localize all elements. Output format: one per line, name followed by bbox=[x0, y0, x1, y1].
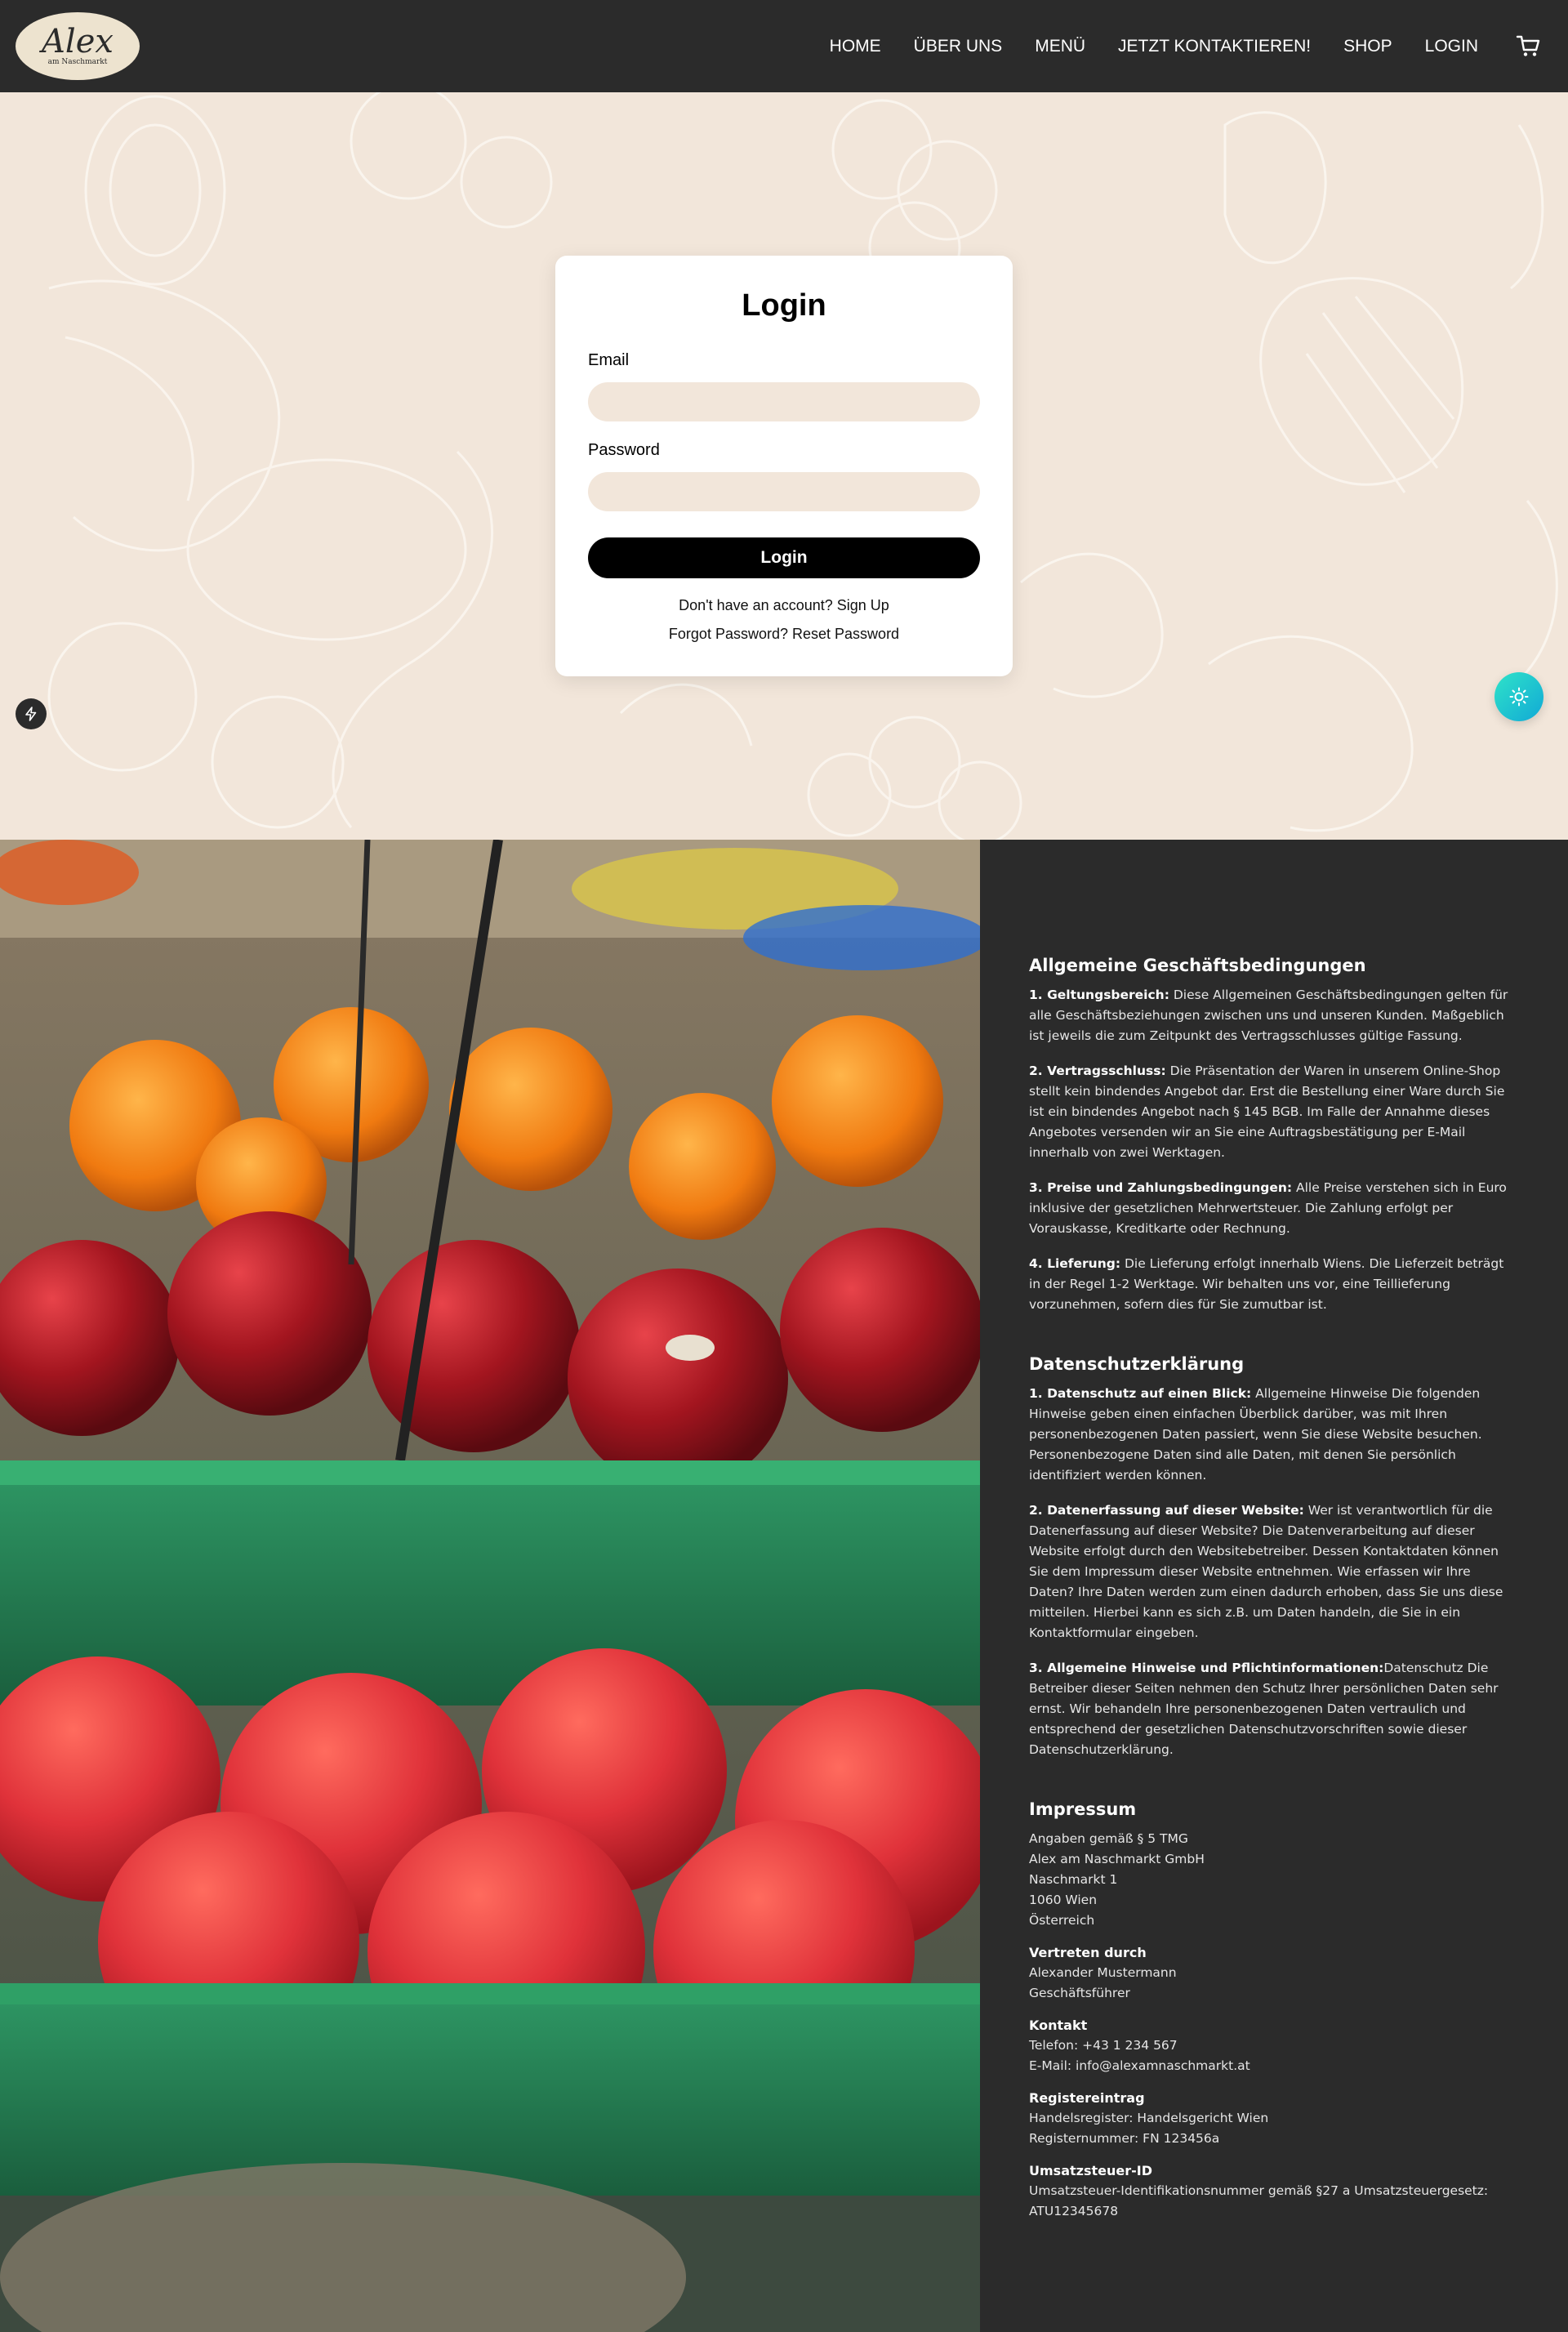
reset-password-link[interactable]: Reset Password bbox=[792, 626, 899, 642]
logo-subtitle: am Naschmarkt bbox=[47, 57, 108, 66]
vat-line: Umsatzsteuer-Identifikationsnummer gemäß… bbox=[1029, 2183, 1489, 2198]
legal-info-panel: Allgemeine Geschäftsbedingungen 1. Geltu… bbox=[980, 840, 1568, 2332]
agb-item: 1. Geltungsbereich: Diese Allgemeinen Ge… bbox=[1029, 985, 1519, 1046]
login-title: Login bbox=[742, 288, 826, 323]
privacy-item: 3. Allgemeine Hinweise und Pflichtinform… bbox=[1029, 1658, 1519, 1760]
nav-home[interactable]: HOME bbox=[830, 37, 881, 56]
logo-script: Alex bbox=[42, 22, 114, 60]
agb-item-head: 2. Vertragsschluss: bbox=[1029, 1063, 1166, 1078]
agb-item-head: 1. Geltungsbereich: bbox=[1029, 988, 1169, 1002]
agb-item: 4. Lieferung: Die Lieferung erfolgt inne… bbox=[1029, 1254, 1519, 1315]
impressum-line: Naschmarkt 1 bbox=[1029, 1872, 1118, 1887]
nav-menu[interactable]: MENÜ bbox=[1035, 37, 1085, 56]
email-field[interactable] bbox=[588, 382, 980, 421]
impressum-title: Impressum bbox=[1029, 1799, 1137, 1819]
vat-heading: Umsatzsteuer-ID bbox=[1029, 2163, 1152, 2178]
nav-about[interactable]: ÜBER UNS bbox=[914, 37, 1003, 56]
forgot-prompt: Forgot Password? bbox=[668, 626, 788, 642]
password-field[interactable] bbox=[588, 472, 980, 511]
agb-title: Allgemeine Geschäftsbedingungen bbox=[1029, 956, 1366, 975]
nav-links: HOME ÜBER UNS MENÜ JETZT KONTAKTIEREN! S… bbox=[797, 0, 1478, 92]
register-heading: Registereintrag bbox=[1029, 2090, 1145, 2106]
privacy-title: Datenschutzerklärung bbox=[1029, 1354, 1245, 1374]
agb-item: 3. Preise und Zahlungsbedingungen: Alle … bbox=[1029, 1178, 1519, 1239]
cart-icon[interactable] bbox=[1515, 33, 1541, 59]
email-label: Email bbox=[588, 351, 630, 369]
login-card: Login Email Password Login Don't have an… bbox=[555, 256, 1013, 676]
signup-link[interactable]: Sign Up bbox=[837, 597, 889, 613]
impressum-line: 1060 Wien bbox=[1029, 1893, 1098, 1907]
nav-shop[interactable]: SHOP bbox=[1343, 37, 1392, 56]
bolt-icon[interactable] bbox=[16, 698, 47, 729]
privacy-item-text: Wer ist verantwortlich für die Datenerfa… bbox=[1029, 1503, 1503, 1640]
privacy-item-head: 2. Datenerfassung auf dieser Website: bbox=[1029, 1503, 1304, 1518]
agb-item-head: 3. Preise und Zahlungsbedingungen: bbox=[1029, 1180, 1293, 1195]
contact-email[interactable]: E-Mail: info@alexamnaschmarkt.at bbox=[1029, 2056, 1519, 2076]
register-line: Registernummer: FN 123456a bbox=[1029, 2131, 1220, 2146]
forgot-line: Forgot Password? Reset Password bbox=[555, 626, 1013, 643]
signup-line: Don't have an account? Sign Up bbox=[555, 597, 1013, 614]
privacy-item: 2. Datenerfassung auf dieser Website: We… bbox=[1029, 1500, 1519, 1643]
privacy-item-head: 3. Allgemeine Hinweise und Pflichtinform… bbox=[1029, 1661, 1384, 1675]
theme-toggle-sun-icon[interactable] bbox=[1494, 672, 1544, 721]
impressum-line: Österreich bbox=[1029, 1913, 1095, 1928]
impressum-line: Angaben gemäß § 5 TMG bbox=[1029, 1831, 1188, 1846]
nav-contact[interactable]: JETZT KONTAKTIEREN! bbox=[1118, 37, 1311, 56]
password-label: Password bbox=[588, 441, 660, 459]
agb-item-head: 4. Lieferung: bbox=[1029, 1256, 1121, 1271]
contact-phone: Telefon: +43 1 234 567 bbox=[1029, 2038, 1178, 2053]
legal-content: Allgemeine Geschäftsbedingungen 1. Geltu… bbox=[1029, 956, 1519, 2222]
site-logo[interactable]: Alex am Naschmarkt bbox=[16, 12, 140, 80]
nav-login[interactable]: LOGIN bbox=[1425, 37, 1478, 56]
represented-by-heading: Vertreten durch bbox=[1029, 1945, 1147, 1960]
contact-heading: Kontakt bbox=[1029, 2018, 1088, 2033]
login-hero-section: Login Email Password Login Don't have an… bbox=[0, 92, 1568, 840]
signup-prompt: Don't have an account? bbox=[679, 597, 833, 613]
top-navbar: Alex am Naschmarkt HOME ÜBER UNS MENÜ JE… bbox=[0, 0, 1568, 92]
register-line: Handelsregister: Handelsgericht Wien bbox=[1029, 2111, 1269, 2125]
market-fruit-photo bbox=[0, 840, 980, 2332]
representative-line: Geschäftsführer bbox=[1029, 1986, 1130, 2000]
impressum-line: Alex am Naschmarkt GmbH bbox=[1029, 1852, 1205, 1866]
privacy-item-head: 1. Datenschutz auf einen Blick: bbox=[1029, 1386, 1252, 1401]
agb-item: 2. Vertragsschluss: Die Präsentation der… bbox=[1029, 1061, 1519, 1163]
vat-line: ATU12345678 bbox=[1029, 2204, 1119, 2218]
login-button[interactable]: Login bbox=[588, 537, 980, 578]
privacy-item: 1. Datenschutz auf einen Blick: Allgemei… bbox=[1029, 1384, 1519, 1486]
representative-line: Alexander Mustermann bbox=[1029, 1965, 1177, 1980]
